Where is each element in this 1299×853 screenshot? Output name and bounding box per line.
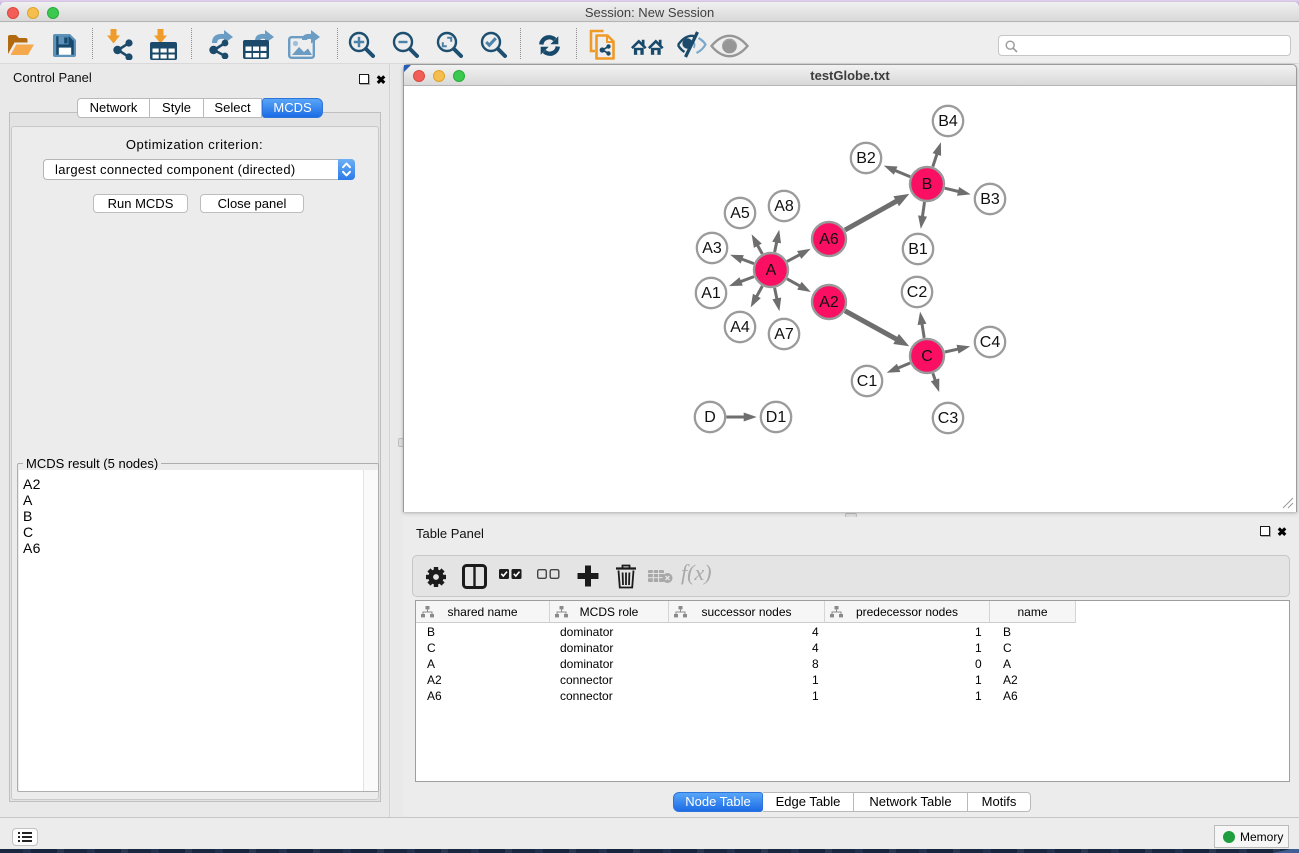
svg-text:C: C (921, 348, 933, 365)
svg-text:B: B (922, 176, 933, 193)
svg-text:C4: C4 (980, 334, 1001, 351)
svg-text:C2: C2 (907, 284, 928, 301)
svg-text:A5: A5 (730, 205, 750, 222)
svg-text:A2: A2 (819, 294, 839, 311)
svg-text:A: A (766, 262, 777, 279)
svg-text:D: D (704, 409, 716, 426)
svg-text:B3: B3 (980, 191, 1000, 208)
svg-text:A3: A3 (702, 240, 722, 257)
svg-text:B4: B4 (938, 113, 958, 130)
svg-text:A6: A6 (819, 231, 839, 248)
svg-text:D1: D1 (766, 409, 787, 426)
svg-text:C1: C1 (857, 373, 878, 390)
svg-text:A1: A1 (701, 285, 721, 302)
svg-text:C3: C3 (938, 410, 959, 427)
svg-text:B1: B1 (908, 241, 928, 258)
svg-text:A8: A8 (774, 198, 794, 215)
svg-text:A7: A7 (774, 326, 794, 343)
svg-text:B2: B2 (856, 150, 876, 167)
svg-text:A4: A4 (730, 319, 750, 336)
